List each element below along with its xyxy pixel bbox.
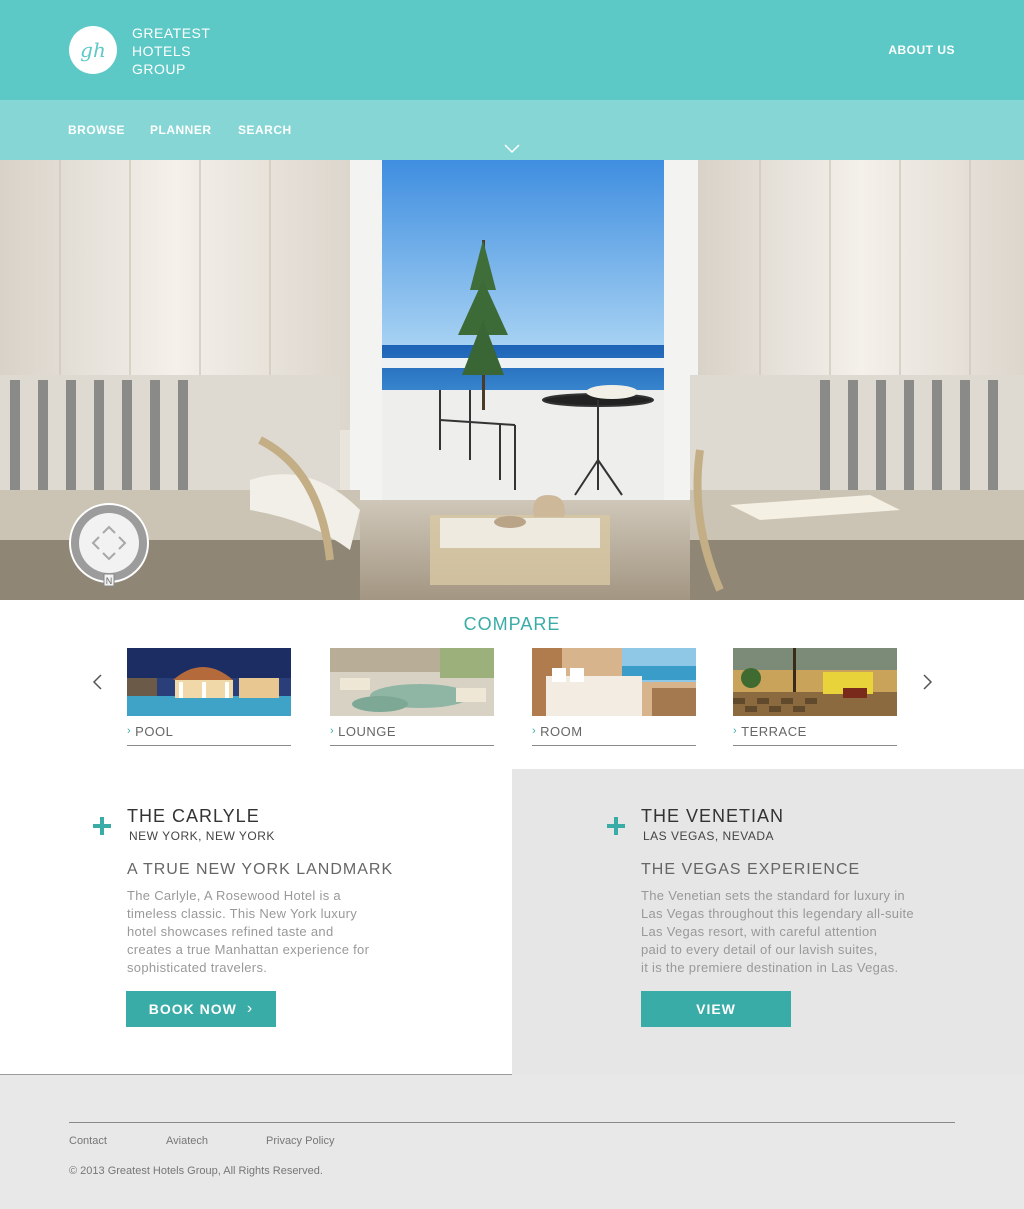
logo[interactable]: gh [69, 26, 117, 74]
footer-divider [69, 1122, 955, 1123]
logo-monogram: gh [80, 38, 106, 62]
compare-item-label: › ROOM [532, 724, 696, 746]
compare-item-lounge[interactable]: › LOUNGE [330, 648, 494, 746]
hero-image [0, 160, 1024, 600]
description-line: The Carlyle, A Rosewood Hotel is a [127, 888, 341, 903]
lounge-thumbnail [330, 648, 494, 716]
hotel-location: LAS VEGAS, NEVADA [643, 829, 774, 843]
compass-north-label: N [106, 576, 113, 586]
hotel-tagline: A TRUE NEW YORK LANDMARK [127, 861, 394, 878]
compass-navigation-icon[interactable]: N [68, 502, 150, 592]
compare-item-terrace[interactable]: › TERRACE [733, 648, 897, 746]
button-label: VIEW [696, 1001, 736, 1017]
hotel-location: NEW YORK, NEW YORK [129, 829, 275, 843]
hotel-description: The Carlyle, A Rosewood Hotel is a timel… [127, 887, 369, 977]
footer-link-contact[interactable]: Contact [69, 1135, 107, 1147]
main-nav: BROWSE PLANNER SEARCH [0, 100, 1024, 160]
description-line: Las Vegas resort, with careful attention [641, 924, 878, 939]
view-button[interactable]: VIEW [641, 991, 791, 1027]
chevron-right-icon: › [330, 725, 335, 737]
description-line: creates a true Manhattan experience for [127, 942, 370, 957]
nav-item-search[interactable]: SEARCH [238, 123, 292, 137]
description-line: The Venetian sets the standard for luxur… [641, 888, 905, 903]
description-line: it is the premiere destination in Las Ve… [641, 960, 899, 975]
book-now-button[interactable]: BOOK NOW › [126, 991, 276, 1027]
carousel-next-arrow-icon[interactable] [920, 672, 934, 692]
terrace-thumbnail [733, 648, 897, 716]
compare-title: COMPARE [463, 614, 561, 634]
nav-item-browse[interactable]: BROWSE [68, 123, 125, 137]
description-line: Las Vegas throughout this legendary all-… [641, 906, 914, 921]
carousel-prev-arrow-icon[interactable] [91, 672, 105, 692]
chevron-down-icon [504, 144, 520, 154]
description-line: sophisticated travelers. [127, 960, 268, 975]
room-thumbnail [532, 648, 696, 716]
pool-thumbnail [127, 648, 291, 716]
hotel-name: THE VENETIAN [641, 806, 785, 826]
compare-item-pool[interactable]: › POOL [127, 648, 291, 746]
chevron-right-icon: › [246, 1000, 254, 1017]
copyright-text: © 2013 Greatest Hotels Group, All Rights… [69, 1165, 323, 1177]
description-line: hotel showcases refined taste and [127, 924, 334, 939]
compare-item-text: POOL [135, 724, 174, 739]
compare-item-label: › POOL [127, 724, 291, 746]
hotel-name: THE CARLYLE [127, 806, 260, 826]
brand-line: HOTELS [132, 43, 192, 59]
compare-item-label: › TERRACE [733, 724, 897, 746]
description-line: paid to every detail of our lavish suite… [641, 942, 878, 957]
chevron-right-icon: › [733, 725, 738, 737]
compare-item-label: › LOUNGE [330, 724, 494, 746]
chevron-right-icon: › [127, 725, 132, 737]
top-header: gh GREATEST HOTELS GROUP ABOUT US [0, 0, 1024, 100]
about-us-link[interactable]: ABOUT US [888, 43, 955, 57]
expand-plus-icon[interactable] [607, 817, 625, 835]
compare-item-text: ROOM [540, 724, 583, 739]
description-line: timeless classic. This New York luxury [127, 906, 358, 921]
brand-name[interactable]: GREATEST HOTELS GROUP [132, 24, 210, 78]
compare-item-text: TERRACE [741, 724, 807, 739]
brand-line: GROUP [132, 61, 186, 77]
chevron-right-icon: › [532, 725, 537, 737]
brand-line: GREATEST [132, 25, 211, 41]
expand-plus-icon[interactable] [93, 817, 111, 835]
footer-link-privacy-policy[interactable]: Privacy Policy [266, 1135, 334, 1147]
button-label: BOOK NOW [148, 1001, 237, 1017]
compare-item-room[interactable]: › ROOM [532, 648, 696, 746]
compare-item-text: LOUNGE [338, 724, 397, 739]
hotel-description: The Venetian sets the standard for luxur… [641, 887, 914, 977]
nav-item-planner[interactable]: PLANNER [150, 123, 212, 137]
hotel-tagline: THE VEGAS EXPERIENCE [641, 861, 861, 878]
footer-link-aviatech[interactable]: Aviatech [166, 1135, 208, 1147]
